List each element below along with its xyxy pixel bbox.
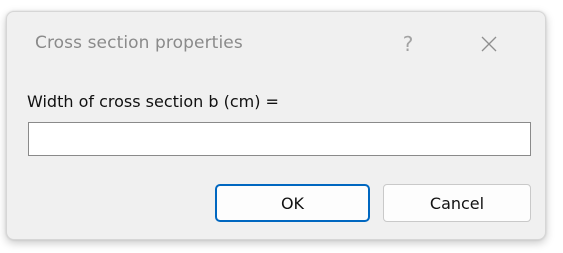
help-icon: ? (402, 32, 414, 56)
ok-button-label: OK (280, 193, 305, 213)
ok-button[interactable]: OK (215, 184, 370, 222)
screen: Cross section properties ? Width of cros… (0, 0, 563, 253)
width-prompt-label: Width of cross section b (cm) = (27, 92, 279, 111)
title-bar[interactable]: Cross section properties ? (7, 12, 545, 76)
cancel-button-label: Cancel (429, 193, 485, 213)
dialog-title: Cross section properties (35, 33, 243, 53)
width-input[interactable] (28, 122, 531, 156)
cancel-button[interactable]: Cancel (383, 184, 531, 222)
input-dialog: Cross section properties ? Width of cros… (6, 11, 546, 240)
close-button[interactable] (459, 26, 519, 62)
close-icon (481, 36, 497, 52)
help-button[interactable]: ? (385, 26, 431, 62)
